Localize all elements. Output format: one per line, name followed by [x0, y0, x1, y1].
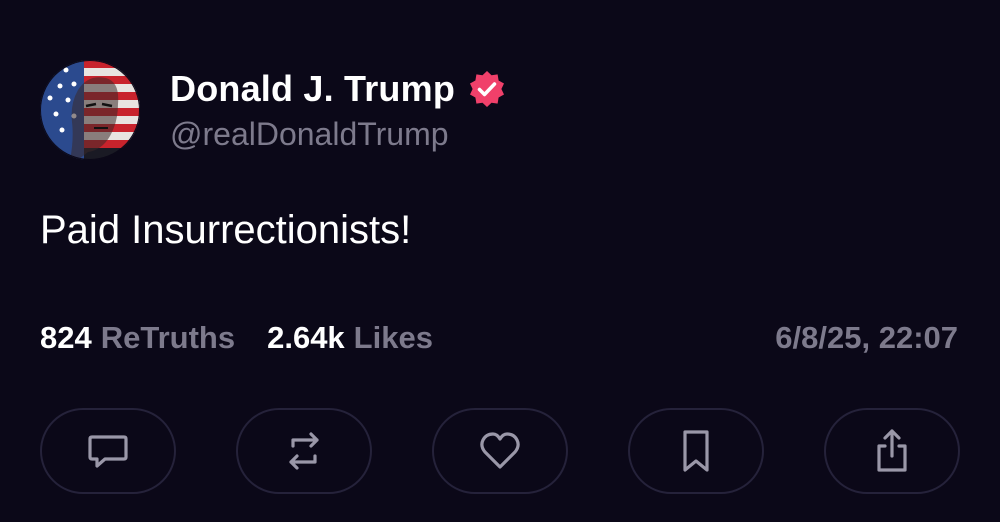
account-names: Donald J. Trump @realDonaldTrump: [170, 68, 507, 153]
retruths-stat[interactable]: 824 ReTruths: [40, 320, 235, 356]
post-header: Donald J. Trump @realDonaldTrump: [40, 60, 507, 160]
verified-badge-icon: [467, 69, 507, 109]
bookmark-button[interactable]: [628, 408, 764, 494]
retruth-icon: [289, 432, 319, 470]
post-card: Donald J. Trump @realDonaldTrump Paid In…: [0, 0, 1000, 522]
likes-count: 2.64k: [267, 320, 345, 355]
post-text: Paid Insurrectionists!: [40, 208, 412, 252]
action-bar: [40, 408, 960, 494]
likes-label: Likes: [353, 320, 433, 355]
retruth-button[interactable]: [236, 408, 372, 494]
avatar-image: [40, 60, 140, 160]
avatar[interactable]: [40, 60, 140, 160]
reply-icon: [88, 435, 128, 468]
name-row: Donald J. Trump: [170, 68, 507, 110]
bookmark-icon: [683, 430, 709, 472]
share-button[interactable]: [824, 408, 960, 494]
display-name[interactable]: Donald J. Trump: [170, 68, 455, 110]
post-timestamp: 6/8/25, 22:07: [775, 320, 958, 355]
retruths-label: ReTruths: [100, 320, 236, 355]
account-handle[interactable]: @realDonaldTrump: [170, 116, 507, 153]
like-button[interactable]: [432, 408, 568, 494]
share-icon: [877, 429, 907, 472]
heart-icon: [480, 432, 520, 469]
retruths-count: 824: [40, 320, 92, 355]
post-stats: 824 ReTruths 2.64k Likes: [40, 320, 465, 356]
likes-stat[interactable]: 2.64k Likes: [267, 320, 433, 356]
reply-button[interactable]: [40, 408, 176, 494]
